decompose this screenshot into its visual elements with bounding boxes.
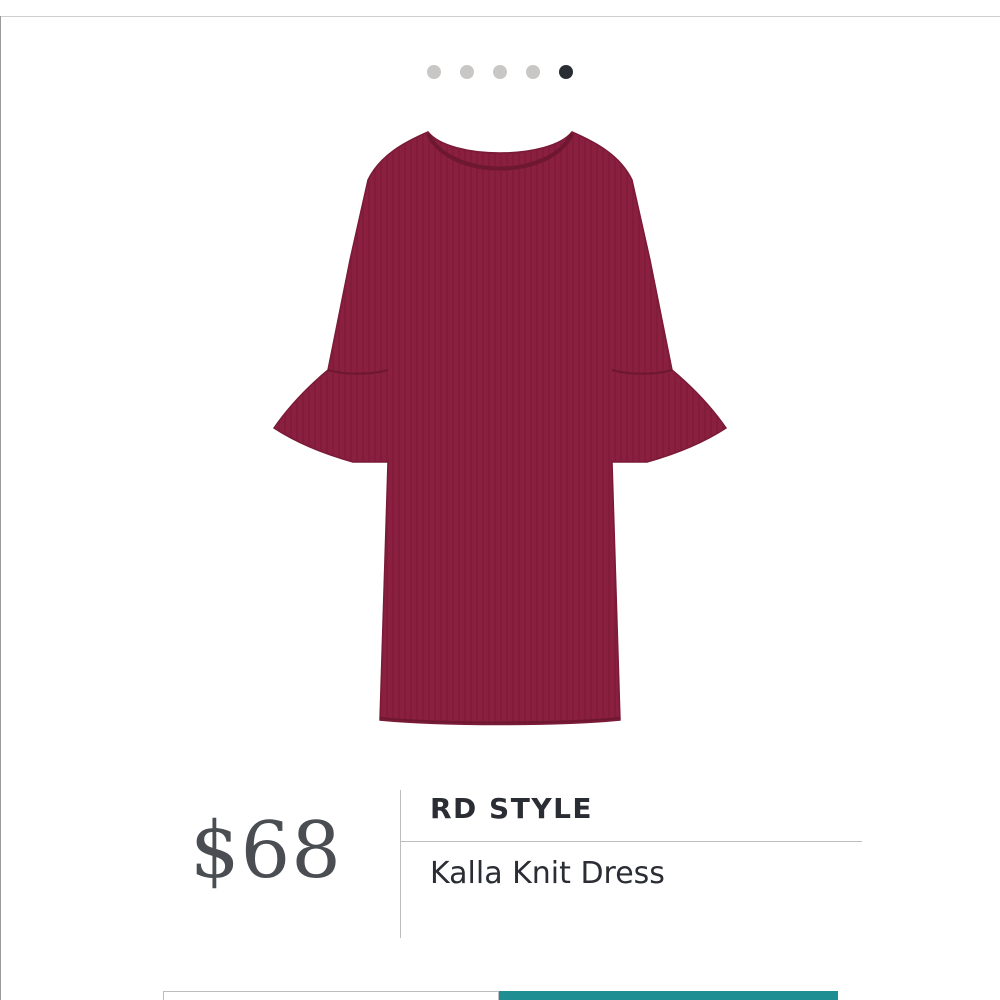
carousel-dot-4[interactable] <box>526 65 540 79</box>
carousel-dot-3[interactable] <box>493 65 507 79</box>
carousel-dot-5[interactable] <box>559 65 573 79</box>
vertical-divider <box>400 790 401 938</box>
horizontal-divider <box>400 841 862 842</box>
carousel-pagination <box>427 65 573 79</box>
secondary-action-button[interactable] <box>163 991 499 1000</box>
price: $68 <box>190 806 342 896</box>
carousel-dot-1[interactable] <box>427 65 441 79</box>
top-divider <box>0 16 1000 17</box>
product-image[interactable] <box>260 120 740 740</box>
primary-action-button[interactable] <box>499 991 838 1000</box>
brand-name: RD STYLE <box>430 792 594 825</box>
action-bar <box>163 991 838 1000</box>
dress-illustration <box>272 131 728 726</box>
carousel-dot-2[interactable] <box>460 65 474 79</box>
product-name: Kalla Knit Dress <box>430 856 665 891</box>
left-divider <box>0 16 1 1000</box>
